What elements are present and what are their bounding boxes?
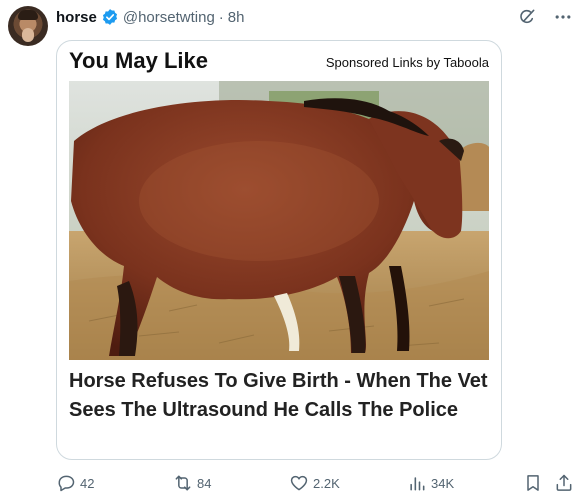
sponsored-label[interactable]: Sponsored Links by Taboola	[326, 55, 489, 70]
sponsored-card[interactable]: You May Like Sponsored Links by Taboola	[56, 40, 502, 460]
ad-headline[interactable]: Horse Refuses To Give Birth - When The V…	[69, 367, 489, 425]
like-count: 2.2K	[313, 475, 340, 491]
bookmark-button[interactable]	[523, 471, 543, 495]
ad-image[interactable]	[69, 81, 489, 360]
verified-badge-icon	[101, 8, 119, 26]
timestamp[interactable]: 8h	[228, 9, 245, 26]
reply-count: 42	[80, 475, 95, 491]
you-may-like-title: You May Like	[69, 48, 208, 73]
author-handle[interactable]: @horsetwting	[123, 9, 215, 26]
action-bar: 42 84 2.2K 34K	[56, 471, 574, 495]
avatar-muzzle	[22, 28, 34, 42]
like-button[interactable]: 2.2K	[289, 471, 340, 495]
bookmark-icon	[523, 473, 543, 493]
top-right-controls	[517, 7, 573, 27]
views-count: 34K	[431, 475, 455, 491]
separator-dot: ·	[218, 8, 224, 26]
more-icon[interactable]	[553, 7, 573, 27]
author-name[interactable]: horse	[56, 9, 97, 26]
reply-icon	[56, 473, 76, 493]
repost-button[interactable]: 84	[173, 471, 211, 495]
share-button[interactable]	[554, 471, 574, 495]
tweet-header: horse @horsetwting · 8h	[56, 7, 244, 27]
repost-count: 84	[197, 475, 212, 491]
avatar-mane	[18, 10, 38, 20]
reply-button[interactable]: 42	[56, 471, 94, 495]
views-icon	[407, 473, 427, 493]
views-button[interactable]: 34K	[407, 471, 454, 495]
card-header: You May Like Sponsored Links by Taboola	[57, 41, 501, 81]
share-icon	[554, 473, 574, 493]
grok-icon[interactable]	[517, 7, 537, 27]
repost-icon	[173, 473, 193, 493]
like-icon	[289, 473, 309, 493]
avatar[interactable]	[8, 6, 48, 46]
